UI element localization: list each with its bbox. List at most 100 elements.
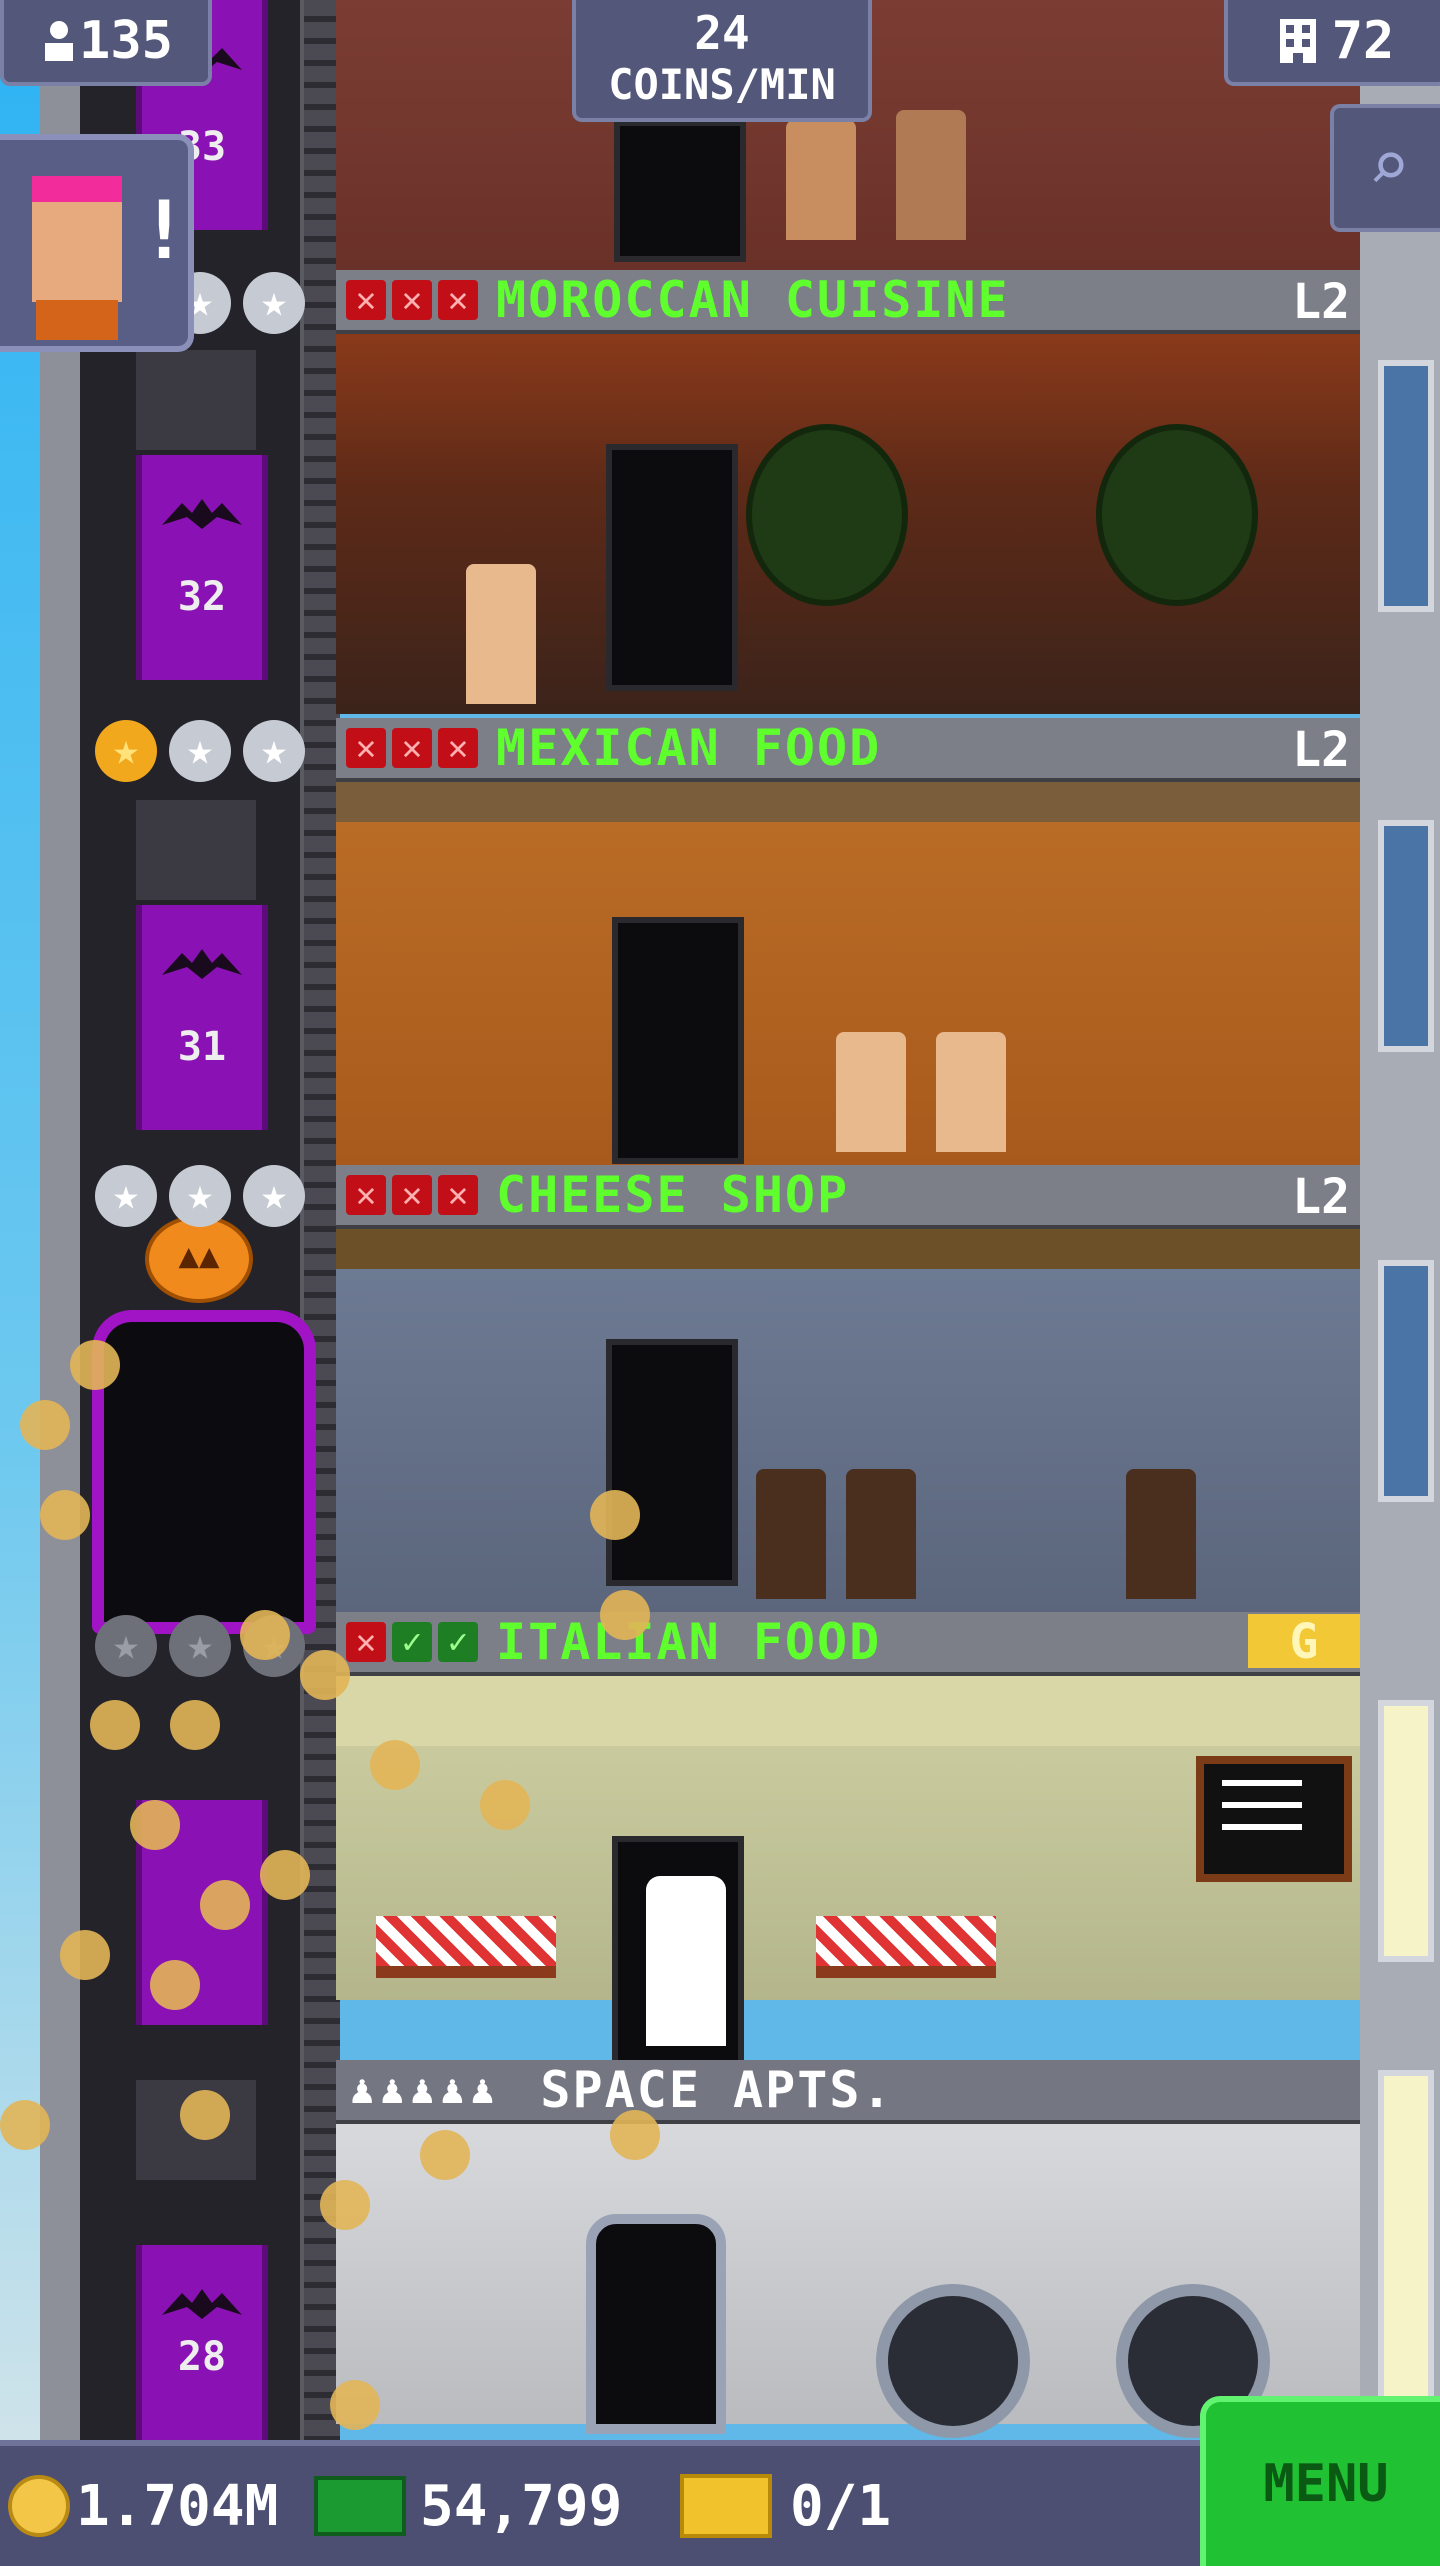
floor-title-bar: ✕ ✕ ✕ MEXICAN FOOD L2: [336, 718, 1360, 782]
bat-icon: [162, 949, 242, 979]
room-door: [606, 444, 738, 691]
room-door: [606, 1339, 738, 1586]
window: [1378, 360, 1434, 612]
floor-moroccan-cuisine[interactable]: ✕ ✕ ✕ MOROCCAN CUISINE L2: [336, 270, 1360, 720]
tickets-display[interactable]: 0/1: [680, 2446, 891, 2566]
star-icon: ★: [95, 1165, 157, 1227]
room-door: [586, 2214, 726, 2434]
plant-decoration: [746, 424, 908, 606]
room-interior: [336, 1229, 1360, 1613]
floor-stars: ★ ★ ★: [95, 1165, 305, 1227]
resident-figure: [896, 110, 966, 240]
window: [1378, 1700, 1434, 1962]
menu-button[interactable]: MENU: [1200, 2396, 1440, 2566]
floor-count-display[interactable]: 72: [1224, 0, 1440, 86]
population-counter[interactable]: 135: [0, 0, 212, 86]
check-mark-icon: ✓: [392, 1622, 432, 1662]
bux-icon: [314, 2476, 406, 2536]
floor-italian-food[interactable]: ✕ ✓ ✓ ITALIAN FOOD G: [336, 1612, 1360, 2083]
ticket-icon: [680, 2474, 772, 2538]
room-door: [612, 917, 744, 1164]
window: [1378, 820, 1434, 1052]
menu-chalkboard: [1196, 1756, 1352, 1882]
pumpkin-icon: ▲▲: [145, 1215, 253, 1303]
star-icon: ★: [169, 1165, 231, 1227]
floor-title-bar: ✕ ✕ ✕ MOROCCAN CUISINE L2: [336, 270, 1360, 334]
floor-name: CHEESE SHOP: [496, 1166, 850, 1224]
floor-title-bar: ♟♟♟♟♟ SPACE APTS.: [336, 2060, 1360, 2124]
search-button[interactable]: ⌕: [1330, 104, 1440, 232]
x-mark-icon: ✕: [346, 280, 386, 320]
floor-title-bar: ✕ ✓ ✓ ITALIAN FOOD G: [336, 1612, 1360, 1676]
worker-figure: [836, 1032, 906, 1152]
floor-name: MOROCCAN CUISINE: [496, 271, 1010, 329]
alert-mark: !: [140, 184, 189, 277]
x-mark-icon: ✕: [438, 280, 478, 320]
elevator-car-floor-28[interactable]: 28: [136, 2245, 268, 2440]
stock-marks: ✕ ✓ ✓: [346, 1622, 478, 1662]
window: [1378, 2070, 1434, 2402]
room-interior: [336, 782, 1360, 1166]
x-mark-icon: ✕: [346, 728, 386, 768]
building-icon: [1279, 19, 1316, 63]
star-icon: ★: [243, 720, 305, 782]
floor-level-badge: L2: [1292, 1169, 1350, 1225]
floor-number: 32: [177, 574, 227, 620]
elevator-coffin-car[interactable]: [92, 1310, 316, 1634]
worker-figure: [936, 1032, 1006, 1152]
room-interior: [336, 1676, 1360, 2083]
stock-marks: ✕ ✕ ✕: [346, 280, 478, 320]
coins-rate-display[interactable]: 24 COINS/MIN: [572, 0, 872, 122]
plant-decoration: [1096, 424, 1258, 606]
star-icon: ★: [169, 720, 231, 782]
stock-marks: ✕ ✕ ✕: [346, 1175, 478, 1215]
floor-stars: ★ ★ ★: [95, 720, 305, 782]
floor-name: MEXICAN FOOD: [496, 719, 882, 777]
elevator-floor-slab: [136, 350, 256, 450]
coins-value: 1.704M: [76, 2473, 279, 2539]
coin-icon: [8, 2475, 70, 2537]
x-mark-icon: ✕: [392, 728, 432, 768]
tower-right-wall: [1360, 0, 1440, 2440]
bux-display[interactable]: 54,799: [314, 2446, 622, 2566]
tickets-value: 0/1: [790, 2473, 892, 2539]
floor-name: SPACE APTS.: [540, 2061, 894, 2119]
star-icon: ★: [243, 1165, 305, 1227]
floor-mexican-food[interactable]: ✕ ✕ ✕ MEXICAN FOOD L2: [336, 718, 1360, 1168]
floor-cheese-shop[interactable]: ✕ ✕ ✕ CHEESE SHOP L2: [336, 1165, 1360, 1615]
x-mark-icon: ✕: [438, 1175, 478, 1215]
elevator-floor-slab: [136, 800, 256, 900]
dining-table: [376, 1916, 556, 1978]
bitizen-avatar: [32, 176, 122, 302]
floor-level-badge: L2: [1292, 274, 1350, 330]
floor-number: 28: [177, 2334, 227, 2380]
dining-table: [816, 1916, 996, 1978]
floor-level-badge: L2: [1292, 722, 1350, 778]
chef-figure: [646, 1876, 726, 2046]
floor-level-badge[interactable]: G: [1248, 1614, 1360, 1670]
x-mark-icon: ✕: [392, 280, 432, 320]
window: [1378, 1260, 1434, 1502]
elevator-car-floor-31[interactable]: 31: [136, 905, 268, 1130]
floor-title-bar: ✕ ✕ ✕ CHEESE SHOP L2: [336, 1165, 1360, 1229]
x-mark-icon: ✕: [438, 728, 478, 768]
worker-figure: [756, 1469, 826, 1599]
person-icon: [45, 21, 74, 61]
coins-rate-unit: COINS/MIN: [608, 60, 836, 109]
elevator-car-floor-32[interactable]: 32: [136, 455, 268, 680]
check-mark-icon: ✓: [438, 1622, 478, 1662]
coins-rate-value: 24: [694, 6, 750, 60]
bat-icon: [162, 2289, 242, 2319]
x-mark-icon: ✕: [346, 1175, 386, 1215]
worker-figure: [1126, 1469, 1196, 1599]
population-value: 135: [79, 11, 173, 71]
floor-number: 31: [177, 1024, 227, 1070]
floor-space-apts[interactable]: ♟♟♟♟♟ SPACE APTS.: [336, 2060, 1360, 2440]
worker-figure: [846, 1469, 916, 1599]
bat-icon: [162, 499, 242, 529]
coins-display[interactable]: 1.704M: [8, 2446, 278, 2566]
star-icon: ★: [95, 1615, 157, 1677]
x-mark-icon: ✕: [392, 1175, 432, 1215]
bitizen-avatar-body: [36, 300, 118, 340]
bitizen-alert-button[interactable]: !: [0, 134, 194, 352]
